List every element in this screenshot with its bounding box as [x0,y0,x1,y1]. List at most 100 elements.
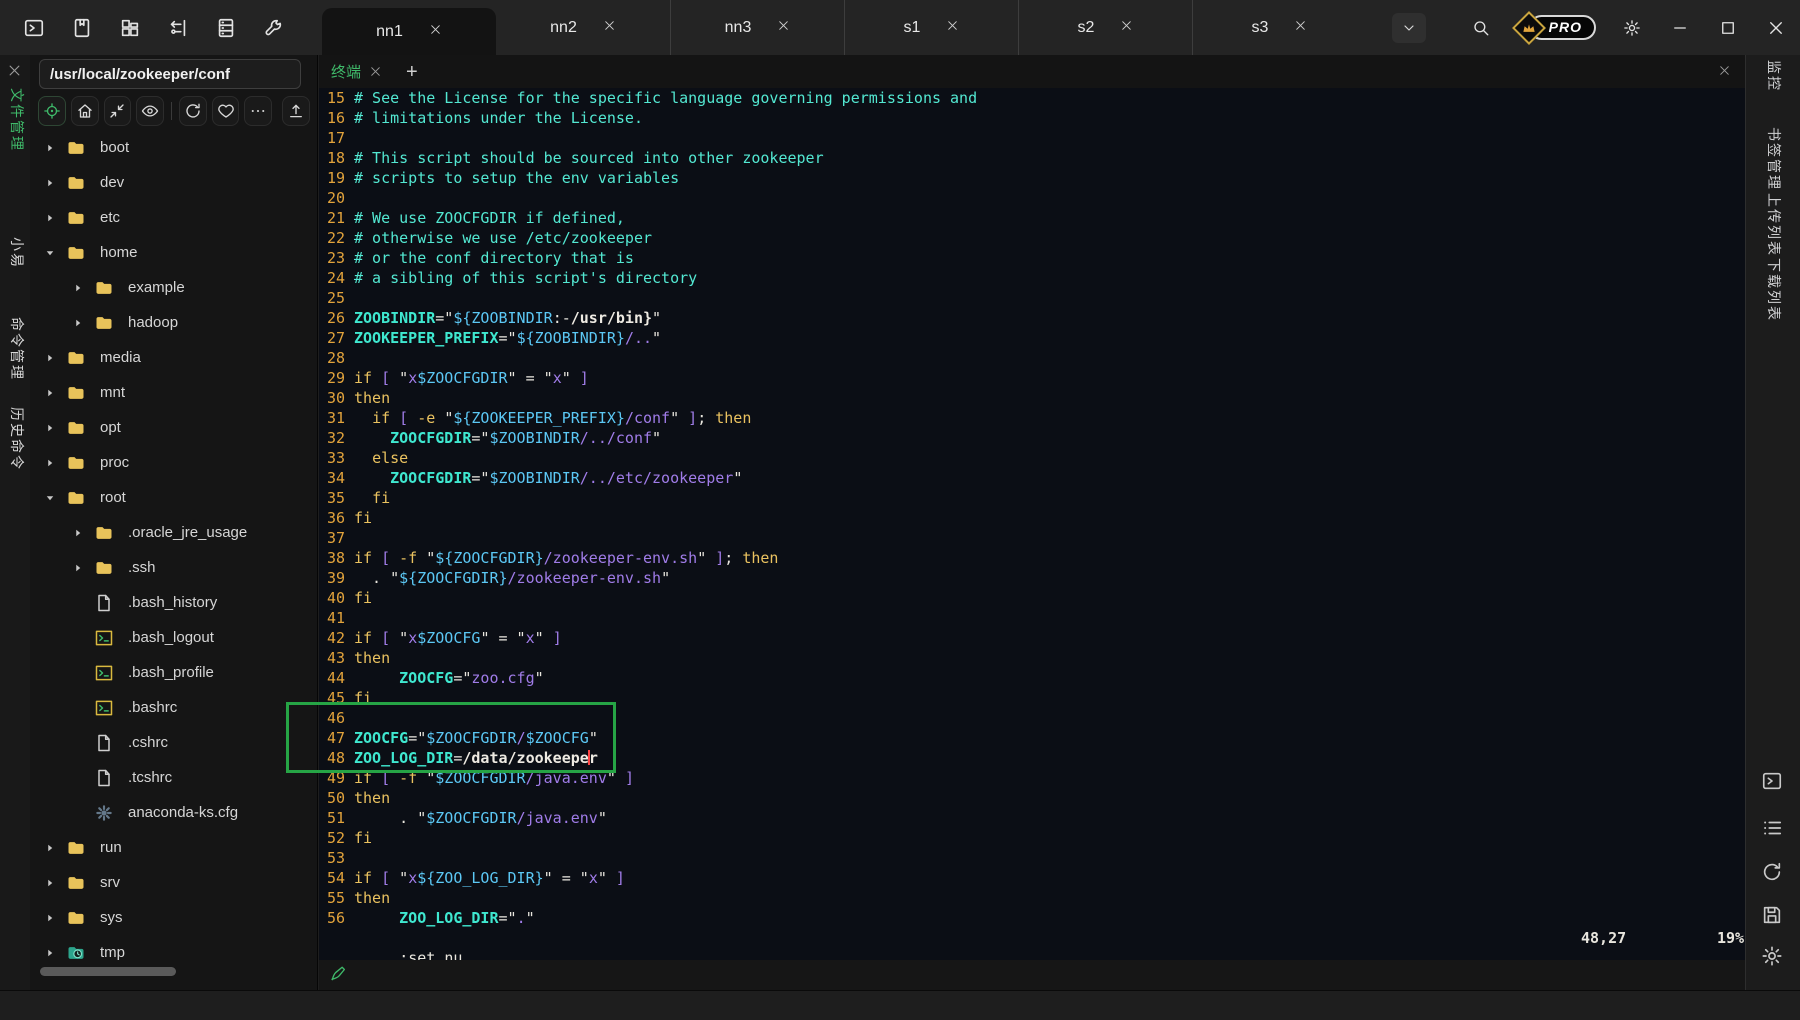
tree-item-.oracle_jre_usage[interactable]: .oracle_jre_usage [30,515,318,550]
chevron-down-icon[interactable] [44,491,58,505]
session-tab-nn1[interactable]: nn1 [322,8,496,55]
target-icon[interactable] [38,96,66,126]
tree-item-etc[interactable]: etc [30,200,318,235]
chevron-right-icon[interactable] [72,316,86,330]
chevron-right-icon[interactable] [44,946,58,960]
flow-icon[interactable] [166,16,190,40]
tree-item-mnt[interactable]: mnt [30,375,318,410]
close-button[interactable] [1764,16,1788,40]
tab-close-icon[interactable] [1120,19,1133,37]
rail-item-2[interactable]: 小易 [7,237,27,269]
pen-icon[interactable] [329,965,349,985]
terminal-icon[interactable] [1761,770,1785,794]
tab-overflow-button[interactable] [1392,13,1426,43]
terminal-tab-close-icon[interactable] [369,65,382,78]
save-icon[interactable] [1761,904,1785,928]
shrink-icon[interactable] [104,96,132,126]
refresh-icon[interactable] [1761,861,1785,885]
chevron-right-icon[interactable] [44,386,58,400]
tab-close-icon[interactable] [1294,19,1307,37]
tree-item-media[interactable]: media [30,340,318,375]
tree-item-.bash_logout[interactable]: .bash_logout [30,620,318,655]
chevron-right-icon[interactable] [44,351,58,365]
tree-item-.tcshrc[interactable]: .tcshrc [30,760,318,795]
tree-item-sys[interactable]: sys [30,900,318,935]
gear-icon[interactable] [1761,945,1785,969]
terminal-tab[interactable]: 终端 [331,61,361,82]
tree-item-tmp[interactable]: tmp [30,935,318,968]
tree-item-opt[interactable]: opt [30,410,318,445]
tab-label: nn2 [550,19,577,37]
tree-item-dev[interactable]: dev [30,165,318,200]
cursor-position: 48,27 [1581,928,1626,948]
session-tab-nn2[interactable]: nn2 [496,0,670,55]
new-terminal-button[interactable]: + [406,62,418,82]
dots-icon[interactable] [244,96,272,126]
chevron-right-icon[interactable] [44,876,58,890]
tree-item-proc[interactable]: proc [30,445,318,480]
tab-close-icon[interactable] [429,23,442,41]
chevron-right-icon[interactable] [44,841,58,855]
right-rail-item-3[interactable]: 上传列表 [1764,193,1784,257]
tree-item-example[interactable]: example [30,270,318,305]
tree-item-root[interactable]: root [30,480,318,515]
horizontal-scrollbar[interactable] [40,967,176,976]
terminal-panel-close-icon[interactable] [1718,64,1731,82]
home-icon[interactable] [71,96,99,126]
tree-item-srv[interactable]: srv [30,865,318,900]
session-tab-s1[interactable]: s1 [844,0,1018,55]
tree-item-.ssh[interactable]: .ssh [30,550,318,585]
search-icon[interactable] [1469,16,1493,40]
minimize-button[interactable] [1668,16,1692,40]
chevron-right-icon[interactable] [44,421,58,435]
tree-item-hadoop[interactable]: hadoop [30,305,318,340]
refresh-icon[interactable] [179,96,207,126]
upload-icon[interactable] [282,96,310,126]
tab-close-icon[interactable] [603,19,616,37]
panel-close-icon[interactable] [7,63,23,79]
toolbar-divider [171,102,172,120]
right-rail-item-2[interactable]: 书签管理 [1764,127,1784,191]
settings-gear-icon[interactable] [1620,16,1644,40]
tree-item-home[interactable]: home [30,235,318,270]
rail-item-4[interactable]: 历史命令 [7,407,27,471]
right-rail-item-4[interactable]: 下载列表 [1764,258,1784,322]
script-icon [94,698,116,718]
wrench-icon[interactable] [262,16,286,40]
session-tab-nn3[interactable]: nn3 [670,0,844,55]
tree-item-.bashrc[interactable]: .bashrc [30,690,318,725]
chevron-right-icon[interactable] [72,526,86,540]
chevron-right-icon[interactable] [44,456,58,470]
chevron-right-icon[interactable] [44,176,58,190]
vim-editor[interactable]: 15# See the License for the specific lan… [319,88,1745,960]
rail-item-1[interactable]: 文件管理 [7,88,27,152]
right-rail-item-1[interactable]: 监控 [1764,60,1784,92]
tree-item-.bash_profile[interactable]: .bash_profile [30,655,318,690]
list-icon[interactable] [1761,817,1785,841]
layout-icon[interactable] [118,16,142,40]
tab-close-icon[interactable] [777,19,790,37]
bookmark-icon[interactable] [70,16,94,40]
servers-icon[interactable] [214,16,238,40]
chevron-right-icon[interactable] [44,911,58,925]
terminal-icon[interactable] [22,16,46,40]
eye-icon[interactable] [136,96,164,126]
chevron-right-icon[interactable] [72,561,86,575]
rail-item-3[interactable]: 命令管理 [7,317,27,381]
maximize-button[interactable] [1716,16,1740,40]
heart-icon[interactable] [212,96,240,126]
chevron-right-icon[interactable] [72,281,86,295]
tree-item-.cshrc[interactable]: .cshrc [30,725,318,760]
chevron-right-icon[interactable] [44,141,58,155]
session-tab-s2[interactable]: s2 [1018,0,1192,55]
session-tab-s3[interactable]: s3 [1192,0,1366,55]
tree-item-boot[interactable]: boot [30,130,318,165]
tree-item-.bash_history[interactable]: .bash_history [30,585,318,620]
chevron-right-icon[interactable] [44,211,58,225]
pro-badge[interactable]: PRO [1517,15,1596,40]
tree-item-run[interactable]: run [30,830,318,865]
tab-close-icon[interactable] [946,19,959,37]
chevron-down-icon[interactable] [44,246,58,260]
path-input[interactable]: /usr/local/zookeeper/conf [39,59,301,89]
tree-item-anaconda-ks.cfg[interactable]: anaconda-ks.cfg [30,795,318,830]
